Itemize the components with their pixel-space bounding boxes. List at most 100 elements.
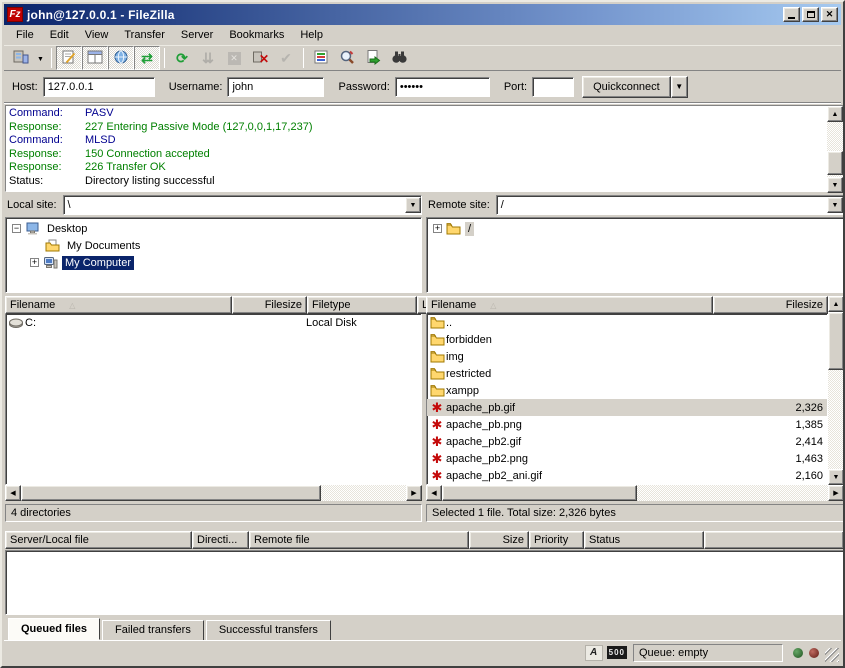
- menu-item-server[interactable]: Server: [173, 27, 221, 43]
- column-header-filesize[interactable]: Filesize: [232, 296, 307, 314]
- scroll-right-icon[interactable]: ▶: [828, 485, 844, 501]
- remote-file-row[interactable]: restricted: [427, 365, 827, 382]
- tab-successful-transfers[interactable]: Successful transfers: [206, 620, 331, 641]
- menu-item-view[interactable]: View: [77, 27, 117, 43]
- tab-queued-files[interactable]: Queued files: [8, 618, 100, 640]
- port-input[interactable]: [532, 77, 574, 97]
- tab-failed-transfers[interactable]: Failed transfers: [102, 620, 204, 641]
- username-input[interactable]: [227, 77, 324, 97]
- queue-column-priority[interactable]: Priority: [529, 531, 584, 549]
- cancel-operation-button[interactable]: ✕: [221, 46, 247, 70]
- toggle-local-tree-button[interactable]: [82, 46, 108, 70]
- site-manager-dropdown-button[interactable]: ▼: [34, 46, 47, 70]
- scroll-left-icon[interactable]: ◀: [5, 485, 21, 501]
- local-file-row[interactable]: C:Local Disk: [6, 314, 421, 331]
- remote-file-row[interactable]: ..: [427, 314, 827, 331]
- quickconnect-dropdown-button[interactable]: ▼: [671, 76, 688, 98]
- local-scroll-thumb[interactable]: [21, 485, 321, 501]
- tree-item--[interactable]: +/: [427, 220, 843, 237]
- toggle-message-log-icon: [61, 49, 77, 68]
- column-header-filetype[interactable]: Filetype: [307, 296, 417, 314]
- log-vertical-scrollbar[interactable]: ▲ ▼: [827, 106, 843, 193]
- remote-file-row[interactable]: xampp: [427, 382, 827, 399]
- site-manager-button[interactable]: [8, 46, 34, 70]
- remote-scroll-thumb-h[interactable]: [442, 485, 637, 501]
- expand-icon[interactable]: +: [433, 224, 442, 233]
- scroll-up-icon[interactable]: ▲: [828, 296, 844, 312]
- disconnect-button[interactable]: ✕: [247, 46, 273, 70]
- menu-item-file[interactable]: File: [8, 27, 42, 43]
- collapse-icon[interactable]: −: [12, 224, 21, 233]
- remote-file-row[interactable]: ✱apache_pb2_ani.gif2,160: [427, 467, 827, 484]
- log-line-text: PASV: [85, 107, 114, 119]
- host-input[interactable]: [43, 77, 155, 97]
- data-type-icon[interactable]: A: [585, 645, 603, 661]
- find-files-button[interactable]: [386, 46, 412, 70]
- expand-icon[interactable]: +: [30, 258, 39, 267]
- maximize-button[interactable]: [802, 7, 819, 22]
- chevron-down-icon[interactable]: ▼: [827, 197, 843, 213]
- remote-vertical-scrollbar[interactable]: ▲ ▼: [828, 296, 844, 485]
- log-scroll-thumb[interactable]: [827, 151, 843, 175]
- menu-item-help[interactable]: Help: [292, 27, 331, 43]
- toggle-transfer-queue-button[interactable]: ⇄: [134, 46, 160, 70]
- file-size: 2,160: [732, 470, 827, 482]
- tree-item-my-documents[interactable]: My Documents: [6, 237, 421, 254]
- remote-file-row[interactable]: ✱apache_pb.png1,385: [427, 416, 827, 433]
- scroll-right-icon[interactable]: ▶: [406, 485, 422, 501]
- queue-body[interactable]: [5, 550, 844, 615]
- queue-column-status[interactable]: Status: [584, 531, 704, 549]
- resize-grip[interactable]: [825, 648, 839, 662]
- directory-comparison-button[interactable]: [308, 46, 334, 70]
- tree-item-desktop[interactable]: −Desktop: [6, 220, 421, 237]
- local-directory-tree[interactable]: −DesktopMy Documents+My Computer: [5, 217, 422, 293]
- remote-file-row[interactable]: img: [427, 348, 827, 365]
- tree-item-my-computer[interactable]: +My Computer: [6, 254, 421, 271]
- remote-site-combobox[interactable]: / ▼: [496, 195, 844, 215]
- toolbar: ▼⇄⟳⇊✕✕✔: [4, 45, 841, 71]
- scroll-up-icon[interactable]: ▲: [827, 106, 843, 122]
- queue-column-size[interactable]: Size: [469, 531, 529, 549]
- remote-file-row[interactable]: ✱apache_pb.gif2,326: [427, 399, 827, 416]
- speed-limit-icon[interactable]: 500: [607, 646, 627, 659]
- menu-item-bookmarks[interactable]: Bookmarks: [221, 27, 292, 43]
- local-horizontal-scrollbar[interactable]: ◀ ▶: [5, 485, 422, 501]
- menu-item-transfer[interactable]: Transfer: [116, 27, 173, 43]
- menu-item-edit[interactable]: Edit: [42, 27, 77, 43]
- reconnect-button[interactable]: ✔: [273, 46, 299, 70]
- directory-listing-filter-button[interactable]: [360, 46, 386, 70]
- column-header-filename[interactable]: Filename△: [426, 296, 713, 314]
- process-queue-button[interactable]: ⇊: [195, 46, 221, 70]
- toggle-remote-tree-button[interactable]: [108, 46, 134, 70]
- remote-horizontal-scrollbar[interactable]: ◀ ▶: [426, 485, 844, 501]
- column-header-filename[interactable]: Filename△: [5, 296, 232, 314]
- remote-file-row[interactable]: ✱apache_pb2.gif2,414: [427, 433, 827, 450]
- file-name: C:: [25, 317, 231, 329]
- minimize-icon: [788, 17, 795, 19]
- directory-comparison-icon: [313, 49, 329, 68]
- local-site-combobox[interactable]: \ ▼: [63, 195, 422, 215]
- scroll-down-icon[interactable]: ▼: [828, 469, 844, 485]
- password-input[interactable]: [395, 77, 490, 97]
- synchronized-browsing-button[interactable]: [334, 46, 360, 70]
- queue-column-remote-file[interactable]: Remote file: [249, 531, 469, 549]
- remote-file-row[interactable]: ✱apache_pb2.png1,463: [427, 450, 827, 467]
- image-file-icon: ✱: [428, 419, 446, 431]
- scroll-down-icon[interactable]: ▼: [827, 177, 843, 193]
- quickconnect-button[interactable]: Quickconnect: [582, 76, 671, 98]
- remote-file-row[interactable]: forbidden: [427, 331, 827, 348]
- queue-column-directi-[interactable]: Directi...: [192, 531, 249, 549]
- remote-file-list[interactable]: ..forbiddenimgrestrictedxampp✱apache_pb.…: [426, 314, 828, 485]
- scroll-left-icon[interactable]: ◀: [426, 485, 442, 501]
- local-file-list[interactable]: C:Local Disk: [5, 314, 422, 485]
- close-button[interactable]: ✕: [821, 7, 838, 22]
- queue-column-server-local-file[interactable]: Server/Local file: [5, 531, 192, 549]
- column-header-filesize[interactable]: Filesize: [713, 296, 828, 314]
- remote-scroll-thumb[interactable]: [828, 312, 844, 370]
- image-file-icon: ✱: [428, 402, 446, 414]
- remote-directory-tree[interactable]: +/: [426, 217, 844, 293]
- chevron-down-icon[interactable]: ▼: [405, 197, 421, 213]
- refresh-button[interactable]: ⟳: [169, 46, 195, 70]
- toggle-message-log-button[interactable]: [56, 46, 82, 70]
- minimize-button[interactable]: [783, 7, 800, 22]
